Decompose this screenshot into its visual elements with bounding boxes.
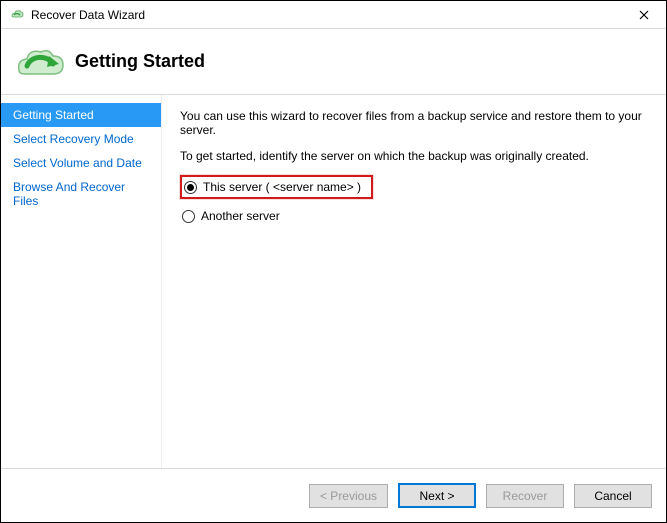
prompt-text: To get started, identify the server on w… — [180, 149, 648, 163]
wizard-content: You can use this wizard to recover files… — [161, 95, 666, 468]
wizard-steps-sidebar: Getting Started Select Recovery Mode Sel… — [1, 95, 161, 468]
radio-this-server-label: This server ( <server name> ) — [203, 180, 361, 194]
radio-another-server-label: Another server — [201, 209, 280, 223]
server-select-group: This server ( <server name> ) Another se… — [180, 175, 648, 227]
radio-icon — [184, 181, 197, 194]
step-browse-and-recover-files[interactable]: Browse And Recover Files — [1, 175, 161, 213]
radio-icon — [182, 210, 195, 223]
wizard-header: Getting Started — [1, 29, 666, 95]
wizard-footer: < Previous Next > Recover Cancel — [1, 468, 666, 522]
titlebar: Recover Data Wizard — [1, 1, 666, 29]
step-select-volume-and-date[interactable]: Select Volume and Date — [1, 151, 161, 175]
intro-text: You can use this wizard to recover files… — [180, 109, 648, 137]
cancel-button[interactable]: Cancel — [574, 484, 652, 508]
wizard-window: Recover Data Wizard Getting Started Gett… — [0, 0, 667, 523]
app-icon — [9, 7, 25, 23]
next-button[interactable]: Next > — [398, 483, 476, 508]
wizard-body: Getting Started Select Recovery Mode Sel… — [1, 95, 666, 468]
previous-button[interactable]: < Previous — [309, 484, 388, 508]
window-title: Recover Data Wizard — [31, 8, 622, 22]
radio-this-server[interactable]: This server ( <server name> ) — [180, 175, 373, 199]
close-button[interactable] — [622, 1, 666, 29]
radio-another-server[interactable]: Another server — [180, 205, 282, 227]
page-heading: Getting Started — [75, 51, 205, 72]
cloud-recover-icon — [11, 40, 67, 84]
step-getting-started[interactable]: Getting Started — [1, 103, 161, 127]
recover-button[interactable]: Recover — [486, 484, 564, 508]
step-select-recovery-mode[interactable]: Select Recovery Mode — [1, 127, 161, 151]
